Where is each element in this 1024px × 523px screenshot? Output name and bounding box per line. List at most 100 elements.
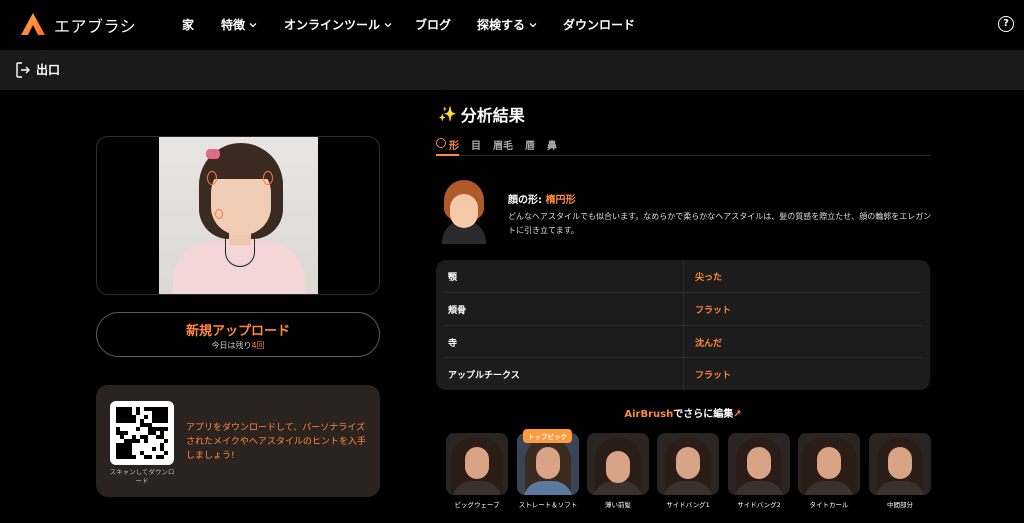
thumb-face: [465, 447, 489, 479]
hairstyle-label: タイトカール: [809, 501, 849, 509]
hairstyle-item[interactable]: 薄い前髪: [587, 433, 649, 510]
nav-item-explore[interactable]: 探検する: [477, 16, 537, 33]
avatar-face: [450, 194, 478, 228]
face-landmark-marker: [207, 171, 217, 185]
hairstyle-thumbnail: [587, 433, 649, 495]
nav-item-download[interactable]: ダウンロード: [563, 16, 635, 33]
hairstyle-label: 薄い前髪: [605, 501, 631, 509]
tab-label: 眉毛: [493, 141, 513, 152]
nav-item-online-tools[interactable]: オンラインツール: [284, 16, 392, 33]
feature-table: 顎 尖った 頬骨 フラット 寺 沈んだ アップルチークス フラット: [436, 260, 930, 390]
face-shape-avatar: [440, 180, 488, 244]
photo-necklace: [225, 237, 255, 267]
brand-name[interactable]: エアブラシ: [54, 13, 136, 37]
hairstyle-thumbnail: [798, 433, 860, 495]
feature-name: 頬骨: [448, 306, 467, 316]
new-upload-button[interactable]: 新規アップロード 今日は残り4回: [96, 312, 380, 357]
tab-eyes[interactable]: 目: [471, 136, 481, 156]
face-outline-icon: [436, 138, 446, 148]
hairstyle-item[interactable]: ビッグウェーブ: [446, 433, 508, 510]
airbrush-brand-text: AirBrush: [624, 409, 674, 420]
hairstyle-item[interactable]: サイドバング2: [728, 433, 790, 510]
nav-item-label: ダウンロード: [563, 18, 636, 32]
thumb-face: [606, 451, 630, 483]
edit-text: でさらに編集: [673, 409, 734, 420]
nav-item-features[interactable]: 特徴: [221, 16, 257, 33]
hairstyle-label: ストレート＆ソフト: [518, 501, 578, 509]
edit-in-airbrush-link[interactable]: AirBrushでさらに編集↗: [436, 405, 930, 420]
feature-name: 寺: [448, 339, 458, 349]
qr-module: [164, 455, 168, 459]
analysis-result-title-text: 分析結果: [460, 106, 525, 125]
chevron-down-icon: [384, 22, 392, 27]
tab-nose[interactable]: 鼻: [547, 136, 557, 156]
face-landmark-marker: [215, 209, 223, 219]
photo-hair-bow: [206, 149, 220, 159]
hairstyle-item[interactable]: トップピック ストレート＆ソフト: [517, 429, 579, 510]
hairstyle-label: 中間部分: [887, 501, 913, 509]
top-pick-badge: トップピック: [523, 429, 572, 443]
sparkle-icon: ✨: [438, 105, 457, 123]
face-landmark-marker: [263, 171, 273, 185]
nav-item-label: ブログ: [415, 18, 452, 32]
hairstyle-carousel: ビッグウェーブ トップピック ストレート＆ソフト 薄い前髪 サイドバング1 サイ…: [446, 429, 936, 523]
tab-shape[interactable]: 形: [436, 136, 459, 156]
sub-toolbar: 出口: [0, 50, 1024, 90]
remaining-count: 4回: [251, 341, 265, 350]
remaining-prefix: 今日は残り: [211, 341, 252, 350]
feature-value: フラット: [695, 371, 732, 381]
qr-caption: スキャンしてダウンロード: [109, 468, 175, 485]
thumb-face: [888, 447, 912, 479]
top-pick-label: トップピック: [528, 433, 567, 441]
exit-icon: [16, 61, 30, 78]
hairstyle-thumbnail: [657, 433, 719, 495]
table-row: アップルチークス フラット: [436, 358, 930, 390]
hairstyle-label: ビッグウェーブ: [454, 501, 500, 509]
promo-text: アプリをダウンロードして、パーソナライズされたメイクやヘアスタイルのヒントを入手…: [186, 423, 366, 461]
hairstyle-label: サイドバング2: [737, 501, 781, 509]
tab-label: 目: [471, 141, 481, 152]
nav-item-label: 家: [182, 18, 195, 32]
table-row: 頬骨 フラット: [436, 293, 930, 325]
tab-lips[interactable]: 唇: [525, 136, 535, 156]
chevron-down-icon: [249, 22, 257, 27]
thumb-face: [817, 447, 841, 479]
hairstyle-item[interactable]: 中間部分: [869, 433, 931, 510]
uploaded-photo: [159, 137, 318, 294]
tab-label: 形: [449, 141, 459, 152]
top-nav: エアブラシ 家 特徴 オンラインツール ブログ 探検する ダウンロード ?: [0, 0, 1024, 49]
hairstyle-thumbnail: [869, 433, 931, 495]
nav-item-home[interactable]: 家: [182, 16, 194, 33]
nav-item-label: 特徴: [221, 18, 246, 32]
exit-button[interactable]: 出口: [16, 61, 60, 78]
table-row: 寺 沈んだ: [436, 326, 930, 358]
face-shape-value: 楕円形: [545, 195, 576, 206]
airbrush-logo-icon[interactable]: [20, 12, 46, 36]
thumb-face: [536, 447, 560, 479]
nav-item-blog[interactable]: ブログ: [415, 16, 451, 33]
app-download-promo: スキャンしてダウンロード アプリをダウンロードして、パーソナライズされたメイクや…: [96, 385, 380, 497]
hairstyle-item[interactable]: タイトカール: [798, 433, 860, 510]
face-shape-description: どんなヘアスタイルでも似合います。なめらかで柔らかなヘアスタイルは、髪の質感を際…: [508, 212, 932, 235]
qr-code-pattern: [116, 407, 168, 459]
remaining-uploads-text: 今日は残り4回: [97, 340, 379, 351]
hairstyle-item[interactable]: サイドバング1: [657, 433, 719, 510]
feature-value: 沈んだ: [695, 339, 723, 349]
new-upload-label: 新規アップロード: [185, 324, 290, 339]
table-row: 顎 尖った: [436, 260, 930, 292]
analysis-result-title: ✨ 分析結果: [438, 102, 525, 126]
hairstyle-label: サイドバング1: [666, 501, 710, 509]
hairstyle-thumbnail: [728, 433, 790, 495]
tab-label: 鼻: [547, 141, 557, 152]
help-icon[interactable]: ?: [998, 16, 1014, 32]
qr-code[interactable]: [110, 401, 174, 465]
nav-item-label: オンラインツール: [284, 18, 381, 32]
uploaded-photo-card: [96, 136, 380, 295]
chevron-down-icon: [529, 22, 537, 27]
feature-value: フラット: [695, 306, 732, 316]
thumb-face: [747, 447, 771, 479]
tab-eyebrows[interactable]: 眉毛: [493, 136, 513, 156]
hairstyle-thumbnail: [446, 433, 508, 495]
feature-name: 顎: [448, 273, 458, 283]
feature-name: アップルチークス: [448, 371, 520, 381]
